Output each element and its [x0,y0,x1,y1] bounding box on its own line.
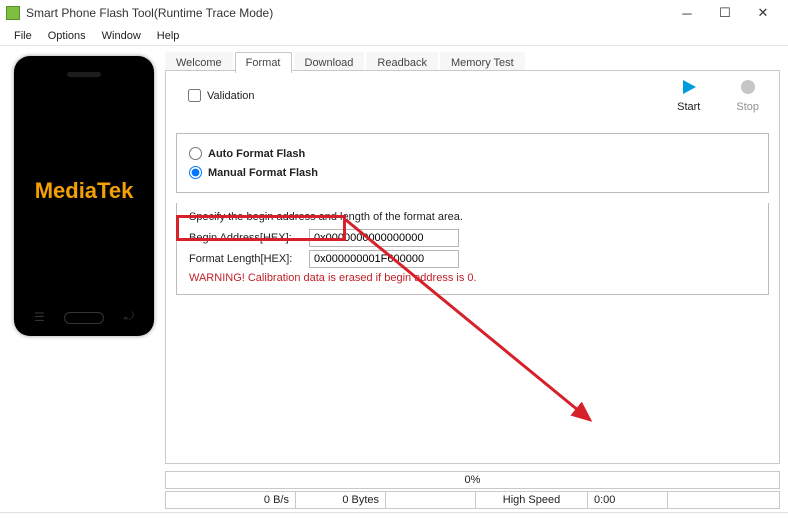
validation-checkbox-row: Validation [188,89,255,102]
phone-speaker [67,72,101,77]
action-buttons: Start Stop [677,77,759,113]
auto-format-label: Auto Format Flash [208,148,305,160]
window-controls: ─ ☐ ✕ [668,2,782,24]
titlebar: Smart Phone Flash Tool(Runtime Trace Mod… [0,0,788,26]
progress-text: 0% [465,474,481,486]
format-tab-page: Validation Start Stop [165,70,780,464]
format-mode-group: Auto Format Flash Manual Format Flash [176,133,769,193]
begin-address-row: Begin Address[HEX]: [189,229,756,247]
format-length-label: Format Length[HEX]: [189,253,309,265]
phone-brand-text: MediaTek [35,178,134,204]
validation-label: Validation [207,90,255,102]
menu-window[interactable]: Window [94,28,149,44]
phone-graphic: MediaTek ☰ ⤾ [14,56,154,336]
status-time: 0:00 [588,492,668,508]
format-params-group: Specify the begin address and length of … [176,203,769,295]
phone-menu-icon: ☰ [34,310,45,324]
begin-address-label: Begin Address[HEX]: [189,232,309,244]
format-length-input[interactable] [309,250,459,268]
progress-bar: 0% [165,471,780,489]
maximize-button[interactable]: ☐ [706,2,744,24]
validation-checkbox[interactable] [188,89,201,102]
status-empty1 [386,492,476,508]
status-rate: 0 B/s [166,492,296,508]
phone-home-button [64,312,104,324]
phone-screen: MediaTek [24,88,144,294]
phone-back-icon: ⤾ [124,309,134,324]
stop-button[interactable]: Stop [736,77,759,113]
manual-format-radio[interactable] [189,166,202,179]
auto-format-radio[interactable] [189,147,202,160]
stop-label: Stop [736,101,759,113]
start-button[interactable]: Start [677,77,700,113]
status-bar: 0 B/s 0 Bytes High Speed 0:00 [165,491,780,509]
format-desc: Specify the begin address and length of … [189,211,756,223]
bottom-border [0,512,788,518]
menubar: File Options Window Help [0,26,788,46]
menu-help[interactable]: Help [149,28,188,44]
main-area: MediaTek ☰ ⤾ Welcome Format Download Rea… [0,46,788,518]
format-warning: WARNING! Calibration data is erased if b… [189,272,756,284]
close-button[interactable]: ✕ [744,2,782,24]
auto-format-row: Auto Format Flash [189,144,756,163]
status-bytes: 0 Bytes [296,492,386,508]
stop-icon [738,77,758,97]
start-label: Start [677,101,700,113]
app-icon [6,6,20,20]
window-title: Smart Phone Flash Tool(Runtime Trace Mod… [26,6,668,20]
menu-options[interactable]: Options [40,28,94,44]
format-toprow: Validation Start Stop [166,71,779,133]
tab-format[interactable]: Format [235,52,292,73]
minimize-button[interactable]: ─ [668,2,706,24]
play-icon [679,77,699,97]
format-length-row: Format Length[HEX]: [189,250,756,268]
status-empty2 [668,492,779,508]
menu-file[interactable]: File [6,28,40,44]
begin-address-input[interactable] [309,229,459,247]
manual-format-row: Manual Format Flash [189,163,756,182]
status-speed: High Speed [476,492,588,508]
manual-format-label: Manual Format Flash [208,167,318,179]
